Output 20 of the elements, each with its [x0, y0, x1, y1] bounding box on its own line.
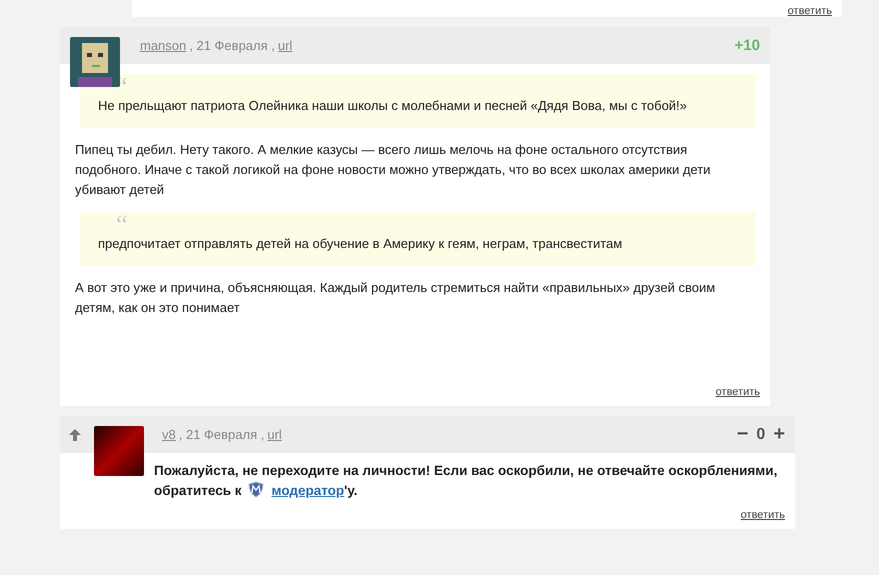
reply-link[interactable]: ответить: [740, 509, 785, 521]
quote-text: предпочитает отправлять детей на обучение в Америку к геям, неграм, трансвеститам: [98, 235, 624, 253]
up-arrow-icon[interactable]: [68, 428, 82, 442]
quote-mark: “: [115, 216, 128, 234]
comment-date: , 21 Февраля ,: [189, 38, 275, 53]
vote-up-button[interactable]: +: [773, 423, 785, 446]
comment-score: +10: [734, 37, 760, 54]
vote-down-button[interactable]: −: [736, 423, 748, 446]
vote-count: 0: [756, 426, 766, 444]
moderator-notice: Пожалуйста, не переходите на личности! Если вас оскорбили, не отвечайте оскорблениями, обратитесь к модератор'у.: [153, 462, 778, 500]
moderator-link[interactable]: модератор: [272, 483, 344, 498]
comment-text: А вот это уже и причина, объясняющая. Каждый родитель стремиться найти «правильных» друзей своим детям, как он это понимает: [75, 279, 716, 317]
reply-link[interactable]: ответить: [716, 386, 760, 398]
quote-text: Не прельщают патриота Олейника наши школы с молебнами и песней «Дядя Вова, мы с тобой!»: [98, 97, 688, 115]
user-avatar: [94, 426, 144, 476]
comment-text: Пипец ты дебил. Нету такого. А мелкие казусы — всего лишь мелочь на фоне остального отсутствия подобного. Иначе с такой логикой на фоне новости можно утверждать, что во всех школах америки дети убивают детей: [75, 141, 712, 199]
shield-icon: [248, 481, 264, 498]
comment-date: , 21 Февраля ,: [178, 427, 264, 442]
reply-link[interactable]: ответить: [788, 5, 832, 17]
user-avatar: [70, 37, 120, 87]
